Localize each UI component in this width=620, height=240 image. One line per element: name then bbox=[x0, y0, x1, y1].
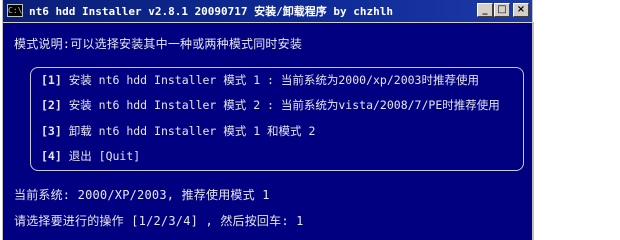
menu-item-key: [4] bbox=[41, 149, 62, 163]
close-button[interactable]: × bbox=[513, 3, 529, 17]
maximize-button[interactable]: □ bbox=[494, 3, 510, 17]
menu-options-box: [1] 安装 nt6 hdd Installer 模式 1 : 当前系统为200… bbox=[30, 67, 524, 171]
current-system-info: 当前系统: 2000/XP/2003, 推荐使用模式 1 bbox=[14, 188, 270, 202]
window-right-border bbox=[532, 22, 534, 240]
minimize-button[interactable]: _ bbox=[477, 3, 493, 17]
console-app-icon[interactable]: C:\ bbox=[7, 4, 23, 17]
window-title: nt6 hdd Installer v2.8.1 20090717 安装/卸载程… bbox=[29, 5, 394, 18]
menu-item-install-mode-1[interactable]: [1] 安装 nt6 hdd Installer 模式 1 : 当前系统为200… bbox=[41, 72, 479, 88]
menu-item-label: 卸载 nt6 hdd Installer 模式 1 和模式 2 bbox=[68, 124, 316, 138]
console-window: C:\ nt6 hdd Installer v2.8.1 20090717 安装… bbox=[2, 0, 534, 240]
menu-item-quit[interactable]: [4] 退出 [Quit] bbox=[41, 148, 140, 164]
menu-item-label: 退出 [Quit] bbox=[68, 149, 141, 163]
menu-item-key: [1] bbox=[41, 73, 62, 87]
mode-description: 模式说明:可以选择安装其中一种或两种模式同时安装 bbox=[14, 37, 303, 51]
title-bar[interactable]: C:\ nt6 hdd Installer v2.8.1 20090717 安装… bbox=[3, 0, 532, 23]
menu-item-key: [3] bbox=[41, 124, 62, 138]
menu-item-label: 安装 nt6 hdd Installer 模式 2 : 当前系统为vista/2… bbox=[68, 98, 500, 112]
menu-item-install-mode-2[interactable]: [2] 安装 nt6 hdd Installer 模式 2 : 当前系统为vis… bbox=[41, 97, 500, 113]
command-prompt-input[interactable]: 请选择要进行的操作 [1/2/3/4] , 然后按回车: 1 bbox=[14, 212, 304, 229]
menu-item-label: 安装 nt6 hdd Installer 模式 1 : 当前系统为2000/xp… bbox=[68, 73, 479, 87]
menu-item-key: [2] bbox=[41, 98, 62, 112]
menu-item-uninstall[interactable]: [3] 卸载 nt6 hdd Installer 模式 1 和模式 2 bbox=[41, 123, 315, 139]
